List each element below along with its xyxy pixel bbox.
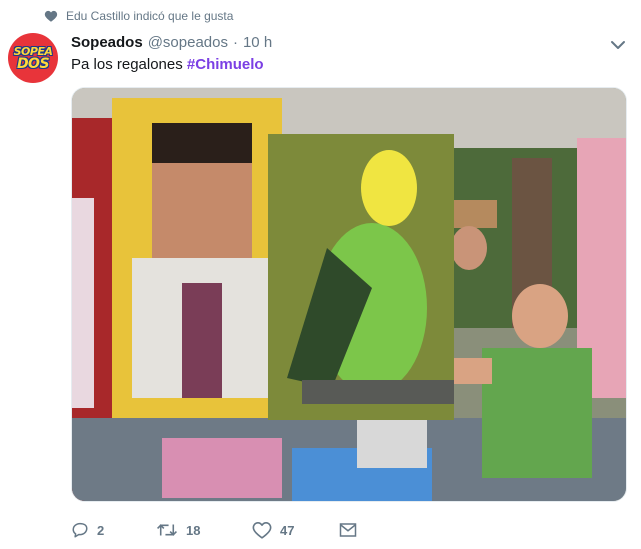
retweet-icon: [157, 524, 177, 536]
direct-message-button[interactable]: [339, 522, 357, 538]
reply-count: 2: [97, 522, 105, 538]
author-handle[interactable]: @sopeados: [148, 34, 228, 51]
heart-outline-icon: [252, 521, 272, 539]
heart-icon: [44, 10, 58, 22]
image-pink-clothes: [162, 438, 282, 498]
tweet-timestamp[interactable]: 10 h: [243, 34, 272, 51]
retweet-button[interactable]: 18: [156, 521, 252, 539]
tweet-header: Sopeados @sopeados · 10 h: [71, 32, 272, 52]
image-man-tie: [182, 283, 222, 398]
avatar-text-line2: DOS: [16, 55, 50, 72]
retweet-count: 18: [186, 522, 201, 538]
reply-button[interactable]: 2: [71, 521, 156, 539]
like-count: 47: [280, 522, 295, 538]
hashtag-link[interactable]: #Chimuelo: [187, 56, 264, 73]
image-woman-body: [482, 348, 592, 478]
tweet-text-body: Pa los regalones: [71, 56, 187, 73]
like-button[interactable]: 47: [252, 521, 339, 539]
image-man-hat-face: [451, 226, 487, 270]
header-separator: ·: [232, 33, 238, 51]
social-context: Edu Castillo indicó que le gusta: [44, 7, 233, 25]
tweet-text: Pa los regalones #Chimuelo: [71, 55, 264, 75]
tweet-media-image[interactable]: [71, 87, 627, 502]
image-zebra-bag: [357, 418, 427, 468]
tweet-actions: 2 18 47: [71, 518, 357, 542]
image-bird-perch: [302, 380, 454, 404]
reply-icon: [72, 522, 88, 538]
social-context-text: Edu Castillo indicó que le gusta: [66, 9, 234, 23]
meme-image: [72, 88, 626, 501]
avatar[interactable]: SOPEA DOS: [8, 33, 58, 83]
avatar-text-line1: SOPEA: [13, 44, 53, 58]
chevron-down-icon[interactable]: [609, 36, 627, 54]
envelope-icon: [339, 523, 357, 537]
author-name[interactable]: Sopeados: [71, 34, 143, 51]
image-woman-head: [512, 284, 568, 348]
image-man-hair: [152, 123, 252, 163]
image-white-cloth: [72, 198, 94, 408]
image-bird-head: [361, 150, 417, 226]
